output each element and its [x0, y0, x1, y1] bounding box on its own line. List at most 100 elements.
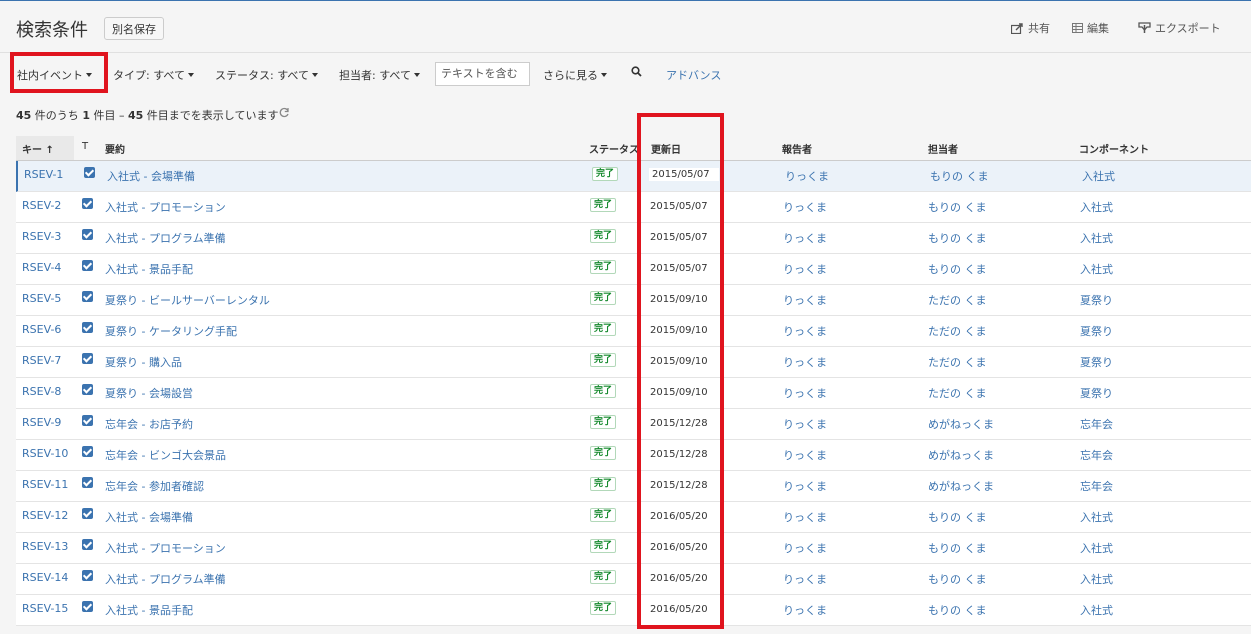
table-row[interactable]: RSEV-1 入社式 - 会場準備 完了 2015/05/07 りっくま もりの くま 入社… — [16, 161, 1251, 192]
issue-summary-link[interactable]: 忘年会 - お店予約 — [105, 416, 193, 432]
table-row[interactable]: RSEV-3 入社式 - プログラム準備 完了 2015/05/07 りっくま もりの く… — [16, 223, 1251, 254]
component-link[interactable]: 入社式 — [1080, 199, 1113, 215]
issue-key-link[interactable]: RSEV-10 — [22, 447, 68, 460]
issue-summary-link[interactable]: 入社式 - 景品手配 — [105, 602, 193, 618]
reporter-link[interactable]: りっくま — [783, 261, 827, 277]
reporter-link[interactable]: りっくま — [783, 478, 827, 494]
table-row[interactable]: RSEV-14 入社式 - プログラム準備 完了 2016/05/20 りっくま もりの … — [16, 564, 1251, 595]
issue-key-link[interactable]: RSEV-14 — [22, 571, 68, 584]
issue-key-link[interactable]: RSEV-11 — [22, 478, 68, 491]
table-row[interactable]: RSEV-6 夏祭り - ケータリング手配 完了 2015/09/10 りっくま ただの … — [16, 316, 1251, 347]
assignee-link[interactable]: もりの くま — [928, 571, 987, 587]
issue-key-link[interactable]: RSEV-13 — [22, 540, 68, 553]
component-link[interactable]: 入社式 — [1080, 261, 1113, 277]
reporter-link[interactable]: りっくま — [783, 385, 827, 401]
column-key[interactable]: キー ↑ — [22, 141, 54, 156]
edit-button[interactable]: 編集 — [1072, 20, 1109, 36]
type-filter[interactable]: タイプ: すべて — [113, 67, 194, 83]
component-link[interactable]: 夏祭り — [1080, 385, 1113, 401]
issue-summary-link[interactable]: 夏祭り - 会場設営 — [105, 385, 193, 401]
component-link[interactable]: 入社式 — [1080, 571, 1113, 587]
assignee-link[interactable]: ただの くま — [928, 323, 987, 339]
component-link[interactable]: 入社式 — [1080, 602, 1113, 618]
issue-key-link[interactable]: RSEV-1 — [24, 168, 63, 181]
issue-key-link[interactable]: RSEV-6 — [22, 323, 61, 336]
assignee-link[interactable]: もりの くま — [928, 509, 987, 525]
component-link[interactable]: 忘年会 — [1080, 478, 1113, 494]
search-button[interactable] — [631, 66, 642, 80]
reporter-link[interactable]: りっくま — [783, 509, 827, 525]
table-row[interactable]: RSEV-12 入社式 - 会場準備 完了 2016/05/20 りっくま もりの くま入… — [16, 502, 1251, 533]
component-link[interactable]: 入社式 — [1082, 168, 1115, 184]
issue-summary-link[interactable]: 入社式 - 景品手配 — [105, 261, 193, 277]
reporter-link[interactable]: りっくま — [783, 571, 827, 587]
assignee-link[interactable]: めがねっくま — [928, 478, 994, 494]
table-row[interactable]: RSEV-13 入社式 - プロモーション 完了 2016/05/20 りっくま もりの … — [16, 533, 1251, 564]
column-type[interactable]: T — [82, 141, 88, 152]
component-link[interactable]: 忘年会 — [1080, 416, 1113, 432]
assignee-link[interactable]: もりの くま — [930, 168, 989, 184]
assignee-link[interactable]: もりの くま — [928, 199, 987, 215]
issue-summary-link[interactable]: 忘年会 - 参加者確認 — [105, 478, 204, 494]
share-button[interactable]: 共有 — [1011, 20, 1050, 36]
assignee-link[interactable]: ただの くま — [928, 354, 987, 370]
reporter-link[interactable]: りっくま — [783, 323, 827, 339]
issue-key-link[interactable]: RSEV-4 — [22, 261, 61, 274]
reporter-link[interactable]: りっくま — [785, 168, 829, 184]
issue-summary-link[interactable]: 忘年会 - ビンゴ大会景品 — [105, 447, 226, 463]
assignee-link[interactable]: めがねっくま — [928, 416, 994, 432]
assignee-filter[interactable]: 担当者: すべて — [339, 67, 420, 83]
issue-summary-link[interactable]: 入社式 - 会場準備 — [105, 509, 193, 525]
table-row[interactable]: RSEV-9 忘年会 - お店予約 完了 2015/12/28 りっくま めがねっくま 忘年… — [16, 409, 1251, 440]
assignee-link[interactable]: もりの くま — [928, 602, 987, 618]
reporter-link[interactable]: りっくま — [783, 199, 827, 215]
reporter-link[interactable]: りっくま — [783, 230, 827, 246]
issue-summary-link[interactable]: 入社式 - 会場準備 — [107, 168, 195, 184]
reporter-link[interactable]: りっくま — [783, 292, 827, 308]
table-row[interactable]: RSEV-8 夏祭り - 会場設営 完了 2015/09/10 りっくま ただの くま 夏祭… — [16, 378, 1251, 409]
issue-summary-link[interactable]: 入社式 - プロモーション — [105, 199, 226, 215]
component-link[interactable]: 入社式 — [1080, 230, 1113, 246]
reporter-link[interactable]: りっくま — [783, 447, 827, 463]
column-summary[interactable]: 要約 — [105, 141, 125, 156]
assignee-link[interactable]: ただの くま — [928, 385, 987, 401]
component-link[interactable]: 入社式 — [1080, 509, 1113, 525]
export-button[interactable]: エクスポート — [1138, 20, 1221, 36]
issue-key-link[interactable]: RSEV-15 — [22, 602, 68, 615]
refresh-button[interactable] — [279, 107, 290, 121]
table-row[interactable]: RSEV-15 入社式 - 景品手配 完了 2016/05/20 りっくま もりの くま入… — [16, 595, 1251, 626]
issue-summary-link[interactable]: 夏祭り - ビールサーバーレンタル — [105, 292, 270, 308]
column-status[interactable]: ステータス — [589, 141, 639, 156]
issue-key-link[interactable]: RSEV-8 — [22, 385, 61, 398]
table-row[interactable]: RSEV-4 入社式 - 景品手配 完了 2015/05/07 りっくま もりの くま 入社… — [16, 254, 1251, 285]
issue-summary-link[interactable]: 入社式 - プログラム準備 — [105, 571, 226, 587]
assignee-link[interactable]: ただの くま — [928, 292, 987, 308]
issue-key-link[interactable]: RSEV-5 — [22, 292, 61, 305]
component-link[interactable]: 夏祭り — [1080, 292, 1113, 308]
table-row[interactable]: RSEV-10 忘年会 - ビンゴ大会景品 完了 2015/12/28 りっくま めがねっ… — [16, 440, 1251, 471]
issue-key-link[interactable]: RSEV-9 — [22, 416, 61, 429]
reporter-link[interactable]: りっくま — [783, 416, 827, 432]
column-reporter[interactable]: 報告者 — [782, 141, 812, 156]
table-row[interactable]: RSEV-11 忘年会 - 参加者確認 完了 2015/12/28 りっくま めがねっくま… — [16, 471, 1251, 502]
reporter-link[interactable]: りっくま — [783, 540, 827, 556]
issue-summary-link[interactable]: 入社式 - プログラム準備 — [105, 230, 226, 246]
column-component[interactable]: コンポーネント — [1079, 141, 1149, 156]
issue-key-link[interactable]: RSEV-12 — [22, 509, 68, 522]
reporter-link[interactable]: りっくま — [783, 354, 827, 370]
component-link[interactable]: 忘年会 — [1080, 447, 1113, 463]
save-as-button[interactable]: 別名保存 — [104, 17, 164, 40]
reporter-link[interactable]: りっくま — [783, 602, 827, 618]
table-row[interactable]: RSEV-7 夏祭り - 購入品 完了 2015/09/10 りっくま ただの くま 夏祭り — [16, 347, 1251, 378]
table-row[interactable]: RSEV-5 夏祭り - ビールサーバーレンタル 完了 2015/09/10 りっくまた… — [16, 285, 1251, 316]
component-link[interactable]: 入社式 — [1080, 540, 1113, 556]
issue-key-link[interactable]: RSEV-2 — [22, 199, 61, 212]
issue-key-link[interactable]: RSEV-3 — [22, 230, 61, 243]
assignee-link[interactable]: もりの くま — [928, 230, 987, 246]
more-filter[interactable]: さらに見る — [543, 67, 607, 83]
table-row[interactable]: RSEV-2 入社式 - プロモーション 完了 2015/05/07 りっくま もりの く… — [16, 192, 1251, 223]
column-assignee[interactable]: 担当者 — [928, 141, 958, 156]
status-filter[interactable]: ステータス: すべて — [215, 67, 318, 83]
assignee-link[interactable]: もりの くま — [928, 261, 987, 277]
issue-key-link[interactable]: RSEV-7 — [22, 354, 61, 367]
